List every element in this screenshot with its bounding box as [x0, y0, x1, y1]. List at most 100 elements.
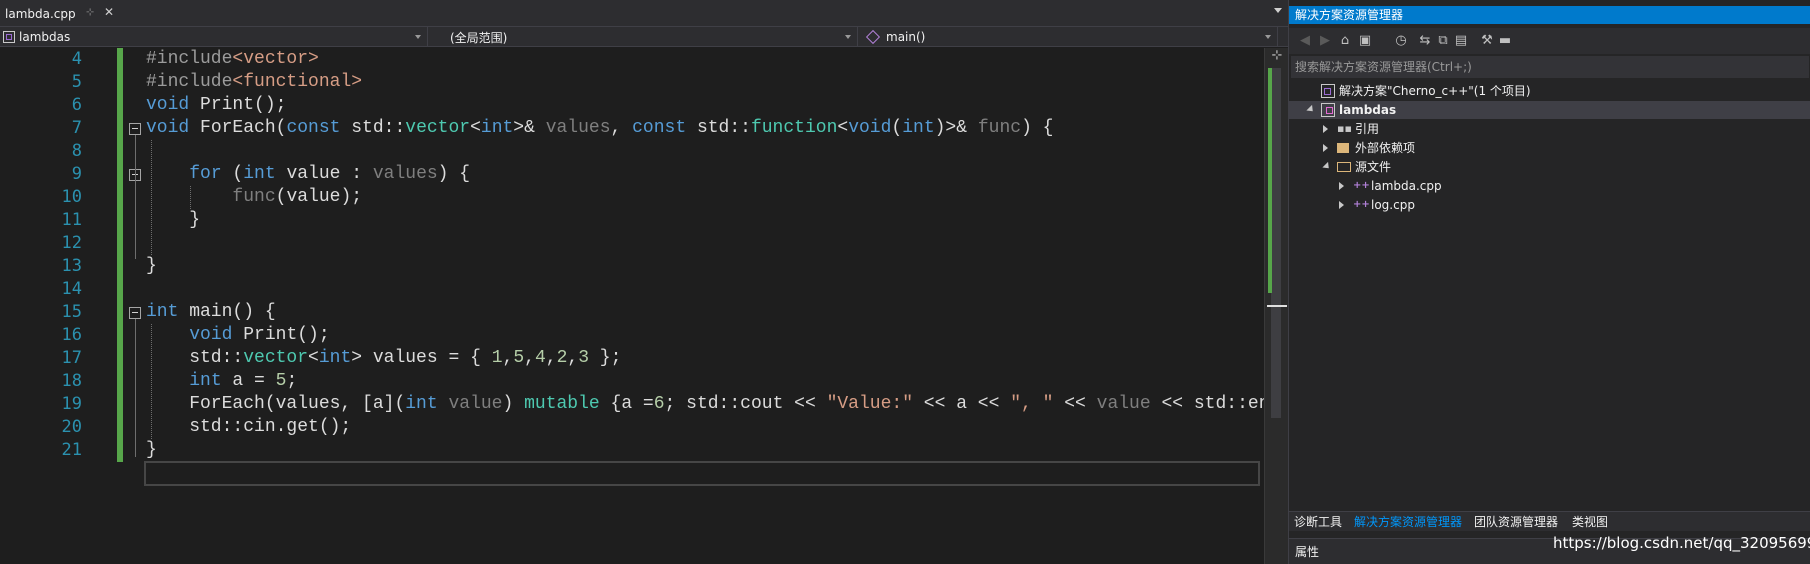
code-line[interactable]: 12 [0, 232, 1264, 255]
switch-views-icon[interactable]: ▣ [1357, 33, 1373, 49]
line-number: 11 [61, 210, 82, 230]
saved-change-marker [117, 94, 123, 117]
scrollbar-thumb[interactable] [1271, 68, 1281, 418]
saved-change-marker [117, 163, 123, 186]
code-line[interactable]: 15 int main() { [0, 301, 1264, 324]
tree-item-label: log.cpp [1371, 198, 1415, 212]
member-dropdown-value: main() [886, 30, 926, 44]
split-window-icon[interactable]: ⊹ [1271, 49, 1283, 62]
home-icon[interactable]: ⌂ [1337, 33, 1353, 49]
code-line[interactable]: 13} [0, 255, 1264, 278]
expanded-arrow-icon[interactable] [1306, 104, 1316, 115]
code-line-text: } [146, 440, 157, 460]
history-icon[interactable]: ◷ [1393, 33, 1409, 49]
code-line[interactable]: 8 [0, 140, 1264, 163]
cpp-file-icon: ++ [1353, 180, 1370, 191]
chevron-down-icon [845, 35, 851, 39]
code-text-area[interactable]: 4 #include<vector> 5 #include<functional> 6 v… [0, 48, 1264, 564]
tree-item[interactable]: ++ lambda.cpp [1289, 177, 1810, 195]
code-line-text: int a = 5; [189, 371, 298, 391]
code-line-text: for (int value : values) { [189, 164, 471, 184]
code-line[interactable]: 16 void Print(); [0, 324, 1264, 347]
code-line[interactable]: 19 ForEach(values, [a](int value) mutabl… [0, 393, 1264, 416]
properties-wrench-icon[interactable]: ⚒ [1479, 33, 1495, 49]
tree-item-label: lambdas [1339, 103, 1397, 117]
code-line-text: std::cin.get(); [146, 417, 352, 437]
cpp-file-icon: ++ [1353, 199, 1370, 210]
tree-item[interactable]: 解决方案"Cherno_c++"(1 个项目) [1289, 82, 1810, 100]
project-dropdown-value: lambdas [19, 30, 71, 44]
line-number: 4 [71, 49, 82, 69]
chevron-down-icon [415, 35, 421, 39]
preview-icon[interactable]: ▬ [1497, 33, 1513, 49]
project-icon [3, 31, 15, 43]
back-icon[interactable]: ◀ [1297, 33, 1313, 49]
fold-region-line [135, 135, 136, 259]
project-icon [1321, 103, 1335, 117]
saved-change-marker [117, 416, 123, 439]
code-line-text: func(value); [232, 187, 363, 207]
tree-item[interactable]: lambdas [1289, 101, 1810, 119]
collapsed-arrow-icon[interactable] [1339, 201, 1344, 209]
saved-change-marker [117, 301, 123, 324]
line-number: 9 [71, 164, 82, 184]
code-line[interactable]: 21} [0, 439, 1264, 462]
line-number: 18 [61, 371, 82, 391]
tree-item-label: 引用 [1355, 122, 1380, 136]
tab-list-dropdown-icon[interactable] [1274, 8, 1282, 13]
saved-change-marker [117, 439, 123, 462]
expanded-arrow-icon[interactable] [1322, 161, 1332, 172]
collapsed-arrow-icon[interactable] [1323, 144, 1328, 152]
code-line[interactable]: 14 [0, 278, 1264, 301]
line-number: 12 [61, 233, 82, 253]
show-all-files-icon[interactable]: ▤ [1453, 33, 1469, 49]
tree-item[interactable]: 外部依赖项 [1289, 139, 1810, 157]
solution-explorer-title[interactable]: 解决方案资源管理器 [1289, 6, 1810, 24]
current-line-highlight [144, 461, 1260, 486]
project-dropdown[interactable]: lambdas [0, 27, 428, 47]
code-line[interactable]: 4 #include<vector> [0, 48, 1264, 71]
scrollbar-change-marker [1268, 68, 1272, 293]
code-line[interactable]: 20 std::cin.get(); [0, 416, 1264, 439]
code-line[interactable]: 6 void Print(); [0, 94, 1264, 117]
saved-change-marker [117, 232, 123, 255]
code-line[interactable]: 9 for (int value : values) { [0, 163, 1264, 186]
tree-item[interactable]: 源文件 [1289, 158, 1810, 176]
tree-item[interactable]: ▪▪ 引用 [1289, 120, 1810, 138]
tree-item-label: lambda.cpp [1371, 179, 1442, 193]
collapsed-arrow-icon[interactable] [1323, 125, 1328, 133]
solution-search-input[interactable]: 搜索解决方案资源管理器(Ctrl+;) [1291, 56, 1809, 78]
tree-item-label: 解决方案"Cherno_c++"(1 个项目) [1339, 84, 1531, 98]
indent-guide [151, 324, 152, 439]
code-line[interactable]: 18 int a = 5; [0, 370, 1264, 393]
code-line[interactable]: 5 #include<functional> [0, 71, 1264, 94]
code-line[interactable]: 11 } [0, 209, 1264, 232]
close-tab-icon[interactable]: ✕ [104, 5, 114, 19]
collapse-region-icon[interactable] [129, 123, 141, 135]
pin-tab-icon[interactable]: ⊹ [86, 7, 94, 18]
sync-icon[interactable]: ⇆ [1417, 33, 1433, 49]
code-line-text: int main() { [146, 302, 276, 322]
code-line[interactable]: 7 void ForEach(const std::vector<int>& va… [0, 117, 1264, 140]
code-line-text: #include<vector> [146, 49, 319, 69]
solution-explorer-toolbar: ◀ ▶ ⌂ ▣ ◷ ⇆ ⧉ ▤ ⚒ ▬ [1289, 28, 1810, 54]
code-line[interactable]: 17 std::vector<int> values = { 1,5,4,2,3… [0, 347, 1264, 370]
collapse-region-icon[interactable] [129, 307, 141, 319]
code-line-text: void ForEach(const std::vector<int>& val… [146, 118, 1054, 138]
member-dropdown[interactable]: main() [860, 27, 1278, 47]
vertical-scrollbar[interactable]: ⊹ [1264, 48, 1288, 564]
collapse-all-icon[interactable]: ⧉ [1435, 33, 1451, 49]
saved-change-marker [117, 140, 123, 163]
scope-dropdown-value: (全局范围) [450, 30, 508, 45]
tab-team-explorer[interactable]: 团队资源管理器 [1469, 512, 1563, 532]
collapsed-arrow-icon[interactable] [1339, 182, 1344, 190]
tab-class-view[interactable]: 类视图 [1567, 512, 1613, 532]
tree-item[interactable]: ++ log.cpp [1289, 196, 1810, 214]
indent-guide [190, 186, 191, 209]
forward-icon[interactable]: ▶ [1317, 33, 1333, 49]
tab-diagnostic-tools[interactable]: 诊断工具 [1289, 512, 1347, 532]
tab-solution-explorer[interactable]: 解决方案资源管理器 [1349, 512, 1467, 532]
tab-lambda-cpp[interactable]: lambda.cpp ⊹ ✕ [0, 1, 121, 26]
scope-dropdown[interactable]: (全局范围) [430, 27, 858, 47]
code-line-text: } [146, 210, 201, 230]
